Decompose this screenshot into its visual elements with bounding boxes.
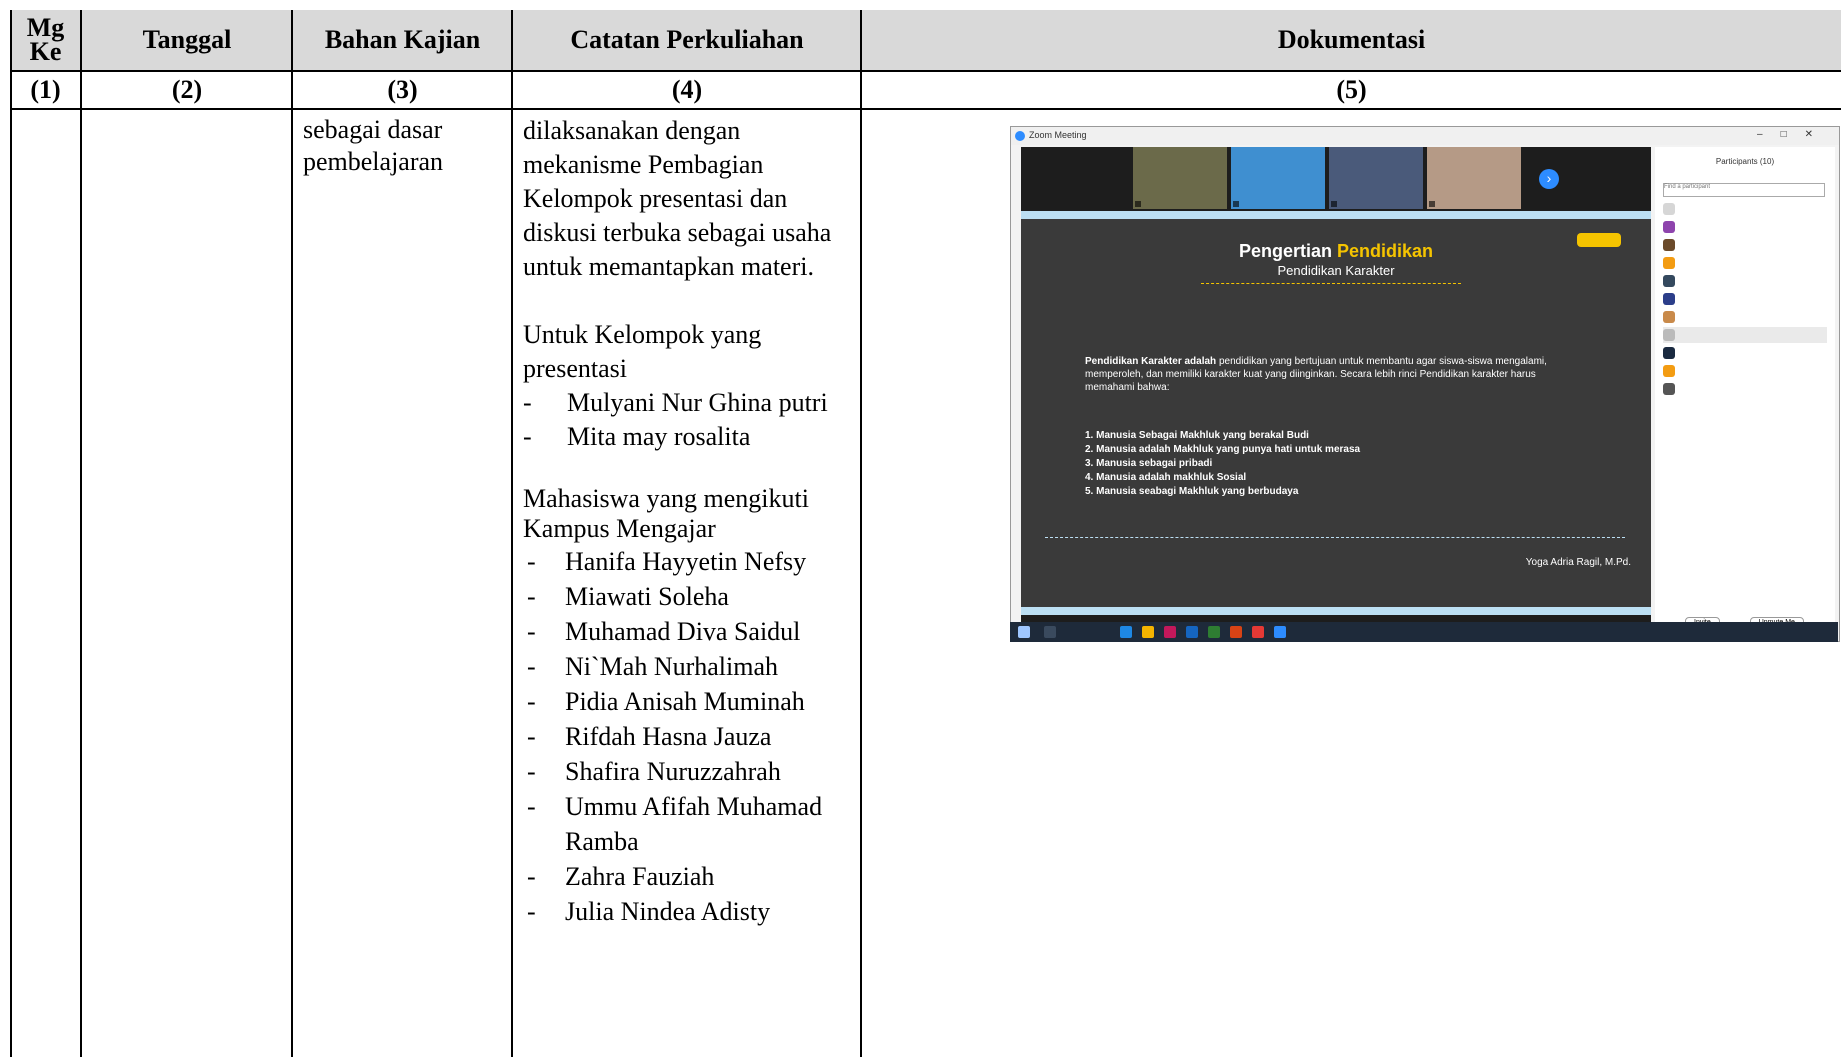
col-border-4 [860,10,862,1057]
participant-search-input[interactable]: Find a participant [1663,183,1825,197]
participant-row[interactable] [1663,345,1827,361]
bahan-kajian-cell: sebagai dasar pembelajaran [303,114,503,178]
video-area: › Pengertian Pendidikan Pendidikan Karak… [1021,147,1651,637]
col-border-2 [291,10,293,1057]
list-item: Julia Nindea Adisty [523,894,855,929]
chevron-right-icon: › [1539,169,1559,189]
header-bahan-kajian: Bahan Kajian [293,10,512,70]
powerpoint-icon [1230,626,1242,638]
video-thumbnail [1427,147,1521,209]
participant-row[interactable] [1663,219,1827,235]
list-item: Mita may rosalita [523,420,855,454]
slide-title: Pengertian Pendidikan [1238,241,1434,261]
participants-panel: Participants (10) Find a participant Inv… [1655,147,1835,637]
list-item: Zahra Fauziah [523,859,855,894]
list-item: Mulyani Nur Ghina putri [523,386,855,420]
slide-author: Yoga Adria Ragil, M.Pd. [1525,557,1631,568]
catatan-cell: dilaksanakan dengan mekanisme Pembagian … [523,114,855,929]
participant-row[interactable] [1663,273,1827,289]
participant-row[interactable] [1663,201,1827,217]
slide-divider [1045,537,1625,538]
col-border-0 [10,10,12,1057]
bahan-kajian-line: pembelajaran [303,147,444,176]
participant-row[interactable] [1663,255,1827,271]
chrome-icon [1252,626,1264,638]
window-controls: –□✕ [1757,129,1831,140]
header-tanggal: Tanggal [82,10,292,70]
list-item: 1. Manusia Sebagai Makhluk yang berakal … [1085,430,1309,441]
header-catatan-perkuliahan: Catatan Perkuliahan [513,10,861,70]
start-icon [1018,626,1030,638]
list-item: Rifdah Hasna Jauza [523,719,855,754]
col-number-5: (5) [1336,74,1367,104]
window-title: Zoom Meeting [1029,130,1087,140]
participant-row[interactable] [1663,381,1827,397]
zoom-taskbar-icon [1274,626,1286,638]
col-number-1: (1) [30,74,61,104]
folder-icon [1142,626,1154,638]
list-item: Miawati Soleha [523,579,855,614]
list-item: Ni`Mah Nurhalimah [523,649,855,684]
zoom-meeting-screenshot: Zoom Meeting –□✕ › Pengertian Pendidikan… [1010,126,1840,642]
slide-paragraph: Pendidikan Karakter adalah pendidikan ya… [1085,356,1547,393]
col-border-1 [80,10,82,1057]
bahan-kajian-line: sebagai dasar [303,115,443,144]
participant-row[interactable] [1663,309,1827,325]
kampus-list: Hanifa Hayyetin Nefsy Miawati Soleha Muh… [523,544,855,929]
slide-points: 1. Manusia Sebagai Makhluk yang berakal … [1085,429,1585,499]
video-thumbnails [1133,147,1521,209]
video-thumbnail [1329,147,1423,209]
slide-divider [1201,283,1461,284]
zoom-app-icon [1015,131,1025,141]
presentasi-list: Mulyani Nur Ghina putri Mita may rosalit… [523,386,855,454]
col-number-4: (4) [671,74,703,104]
participant-row[interactable] [1663,237,1827,253]
search-icon [1044,626,1056,638]
list-item: 3. Manusia sebagai pribadi [1085,458,1213,469]
presentasi-heading: Untuk Kelompok yang presentasi [523,320,762,383]
col-number-3: (3) [387,74,418,104]
participant-row[interactable] [1663,291,1827,307]
excel-icon [1208,626,1220,638]
slide-subtitle: Pendidikan Karakter [1277,263,1395,278]
word-icon [1186,626,1198,638]
number-row-divider [10,108,1841,110]
catatan-intro: dilaksanakan dengan mekanisme Pembagian … [523,116,832,281]
kampus-heading: Mahasiswa yang mengikuti Kampus Mengajar [523,484,809,543]
list-item: Hanifa Hayyetin Nefsy [523,544,855,579]
participant-row[interactable] [1663,363,1827,379]
windows-taskbar [1010,622,1838,642]
list-item: Pidia Anisah Muminah [523,684,855,719]
col-border-3 [511,10,513,1057]
video-thumbnail [1231,147,1325,209]
video-thumbnail [1133,147,1227,209]
list-item: 4. Manusia adalah makhluk Sosial [1085,472,1247,483]
window-titlebar: Zoom Meeting –□✕ [1011,127,1839,145]
list-item: Shafira Nuruzzahrah [523,754,855,789]
presentation-slide: Pengertian Pendidikan Pendidikan Karakte… [1021,211,1651,615]
app-icon [1164,626,1176,638]
browser-icon [1120,626,1132,638]
col-number-2: (2) [171,74,203,104]
participant-row[interactable] [1663,327,1827,343]
list-item: 2. Manusia adalah Makhluk yang punya hat… [1085,444,1361,455]
list-item: 5. Manusia seabagi Makhluk yang berbuday… [1085,486,1299,497]
header-mg-ke: Mg Ke [10,10,81,70]
list-item: Muhamad Diva Saidul [523,614,855,649]
header-dokumentasi: Dokumentasi [862,10,1841,70]
list-item: Ummu Afifah Muhamad Ramba [523,789,825,859]
participants-title: Participants (10) [1715,157,1775,166]
